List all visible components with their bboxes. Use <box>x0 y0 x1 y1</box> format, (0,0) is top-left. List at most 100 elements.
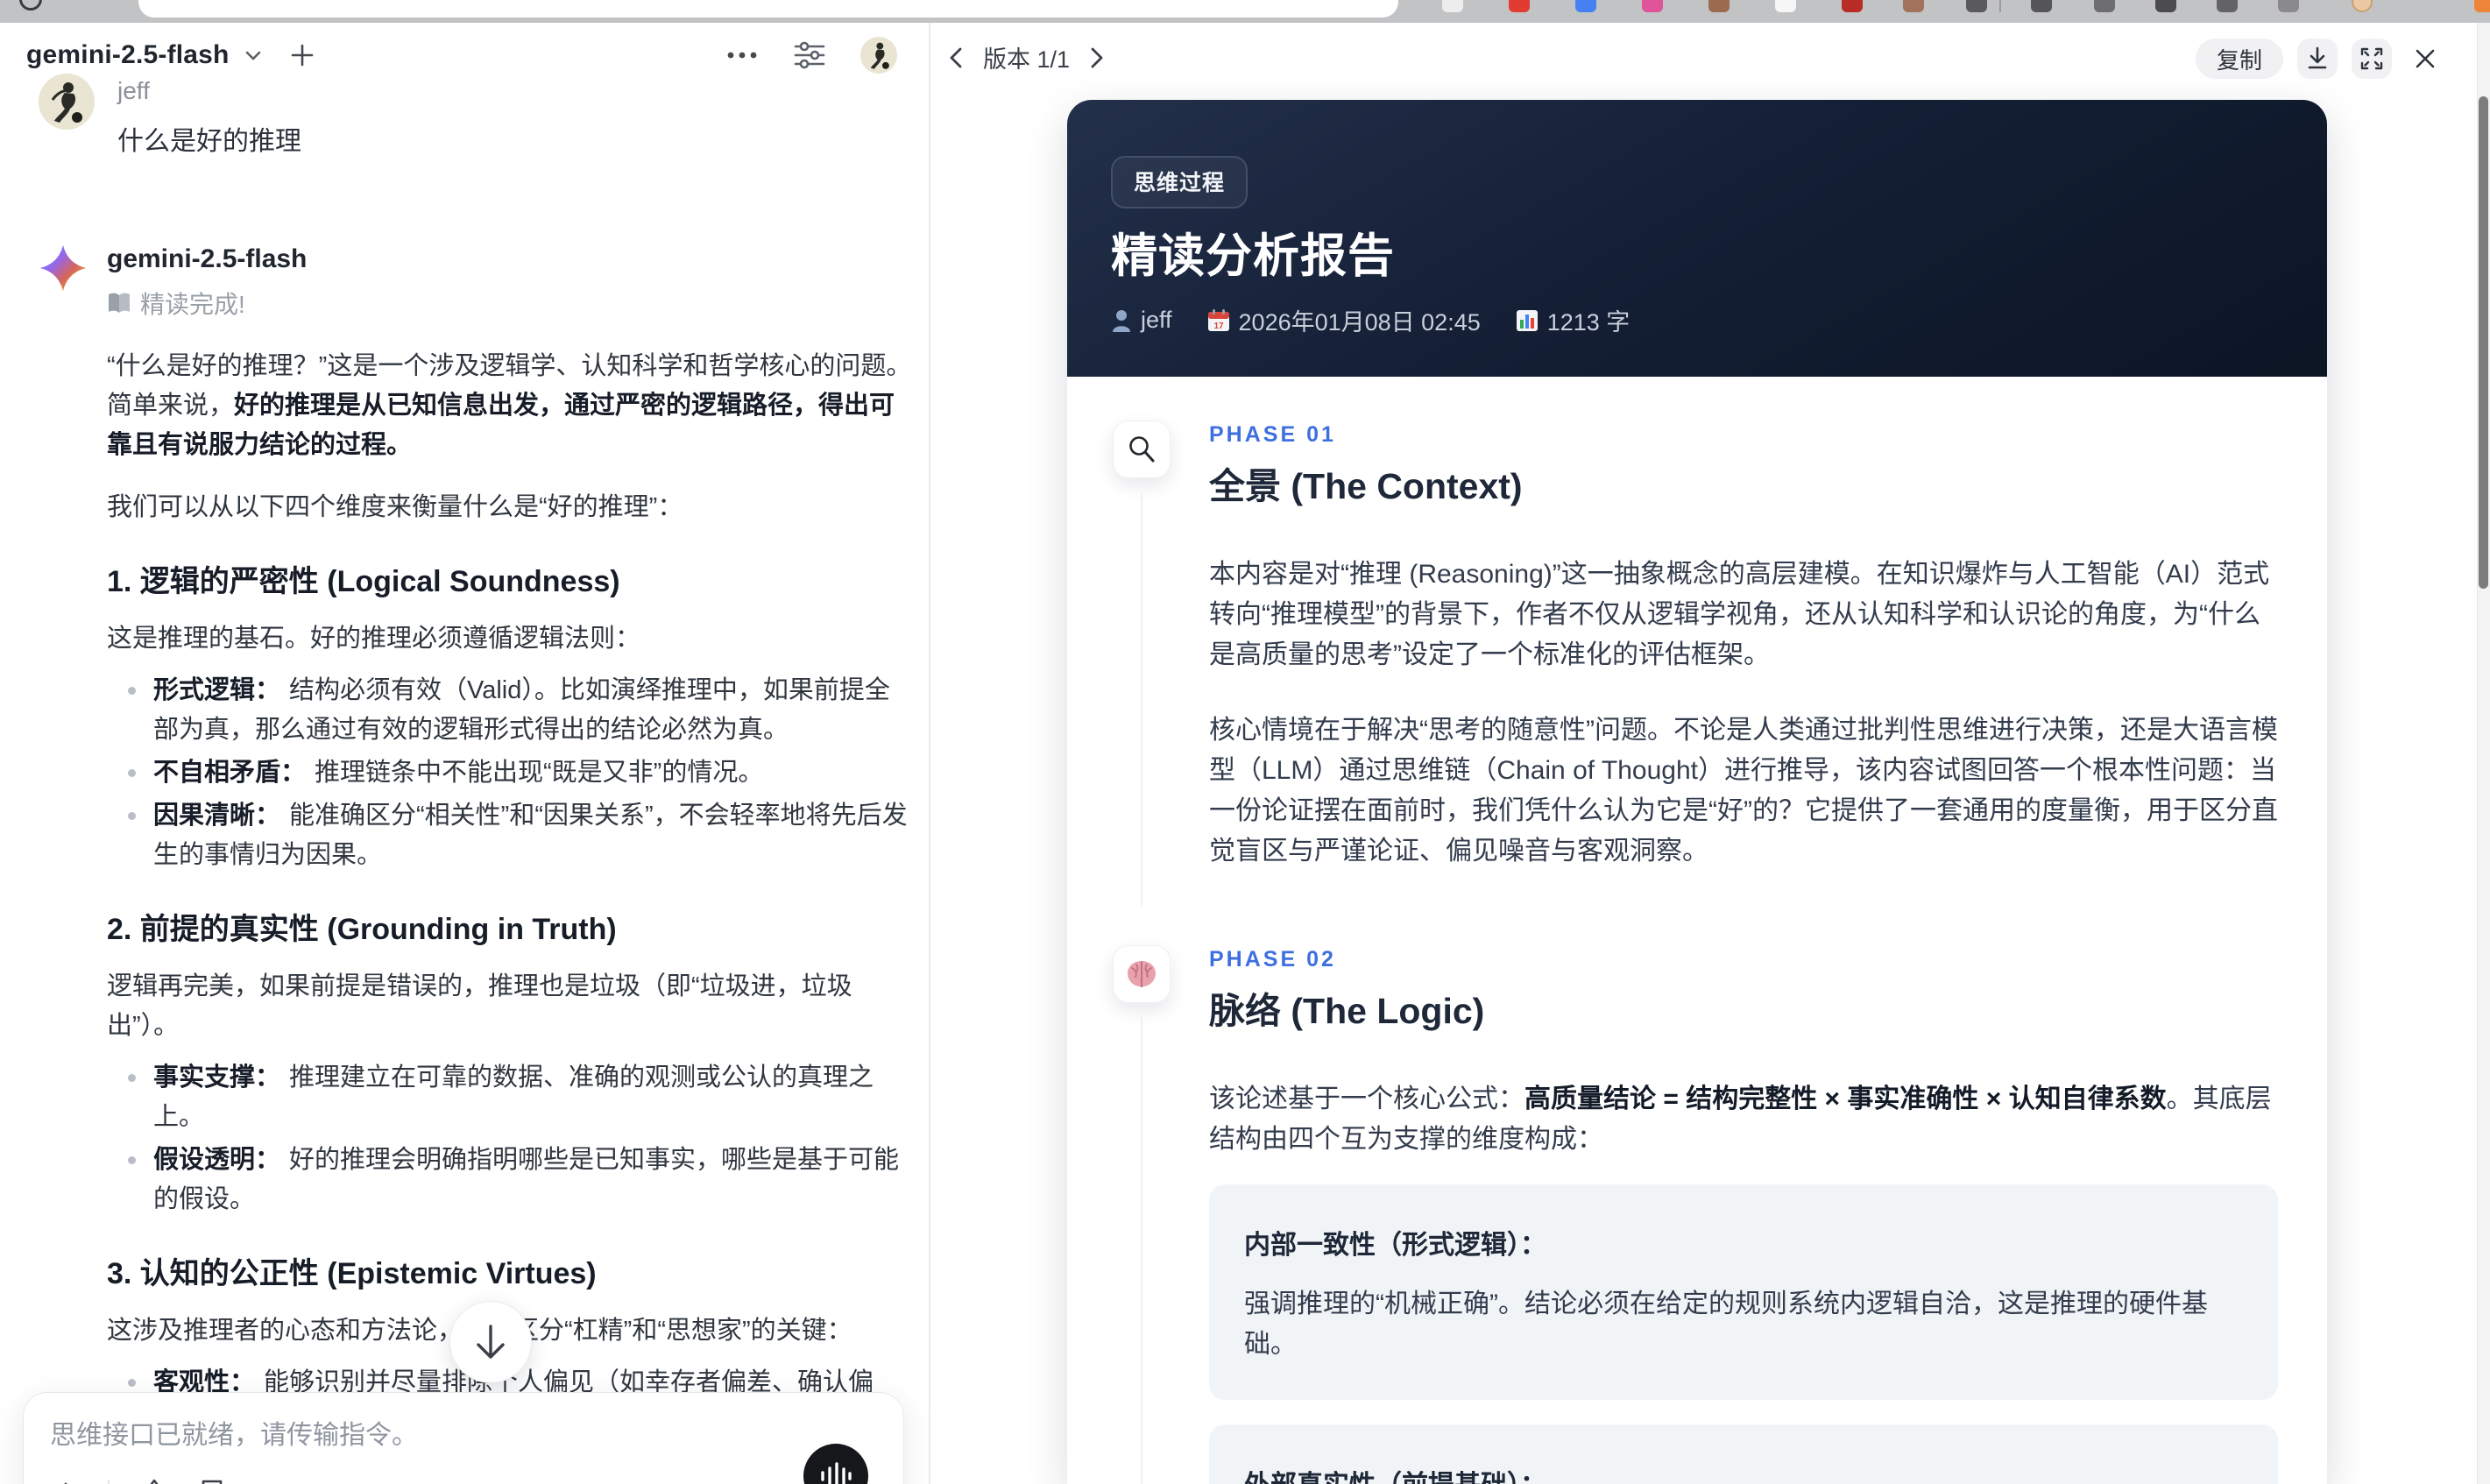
chevron-down-icon[interactable] <box>242 44 265 67</box>
logic-card-2: 外部真实性（前提基础）： 强调推理的“经验校准”。解决“GIGO（垃圾进，垃圾出… <box>1209 1424 2278 1484</box>
report-meta: jeff 17 2026年01月08日 02:45 1213 字 <box>1111 303 1630 337</box>
phase-intro: 该论述基于一个核心公式：高质量结论 = 结构完整性 × 事实准确性 × 认知自律… <box>1209 1085 2272 1154</box>
phase-label: PHASE 02 <box>1209 947 1336 972</box>
report-title: 精读分析报告 <box>1111 230 1395 282</box>
bullet-dot <box>128 769 136 777</box>
bullet-dot <box>128 812 136 820</box>
profile-avatar[interactable] <box>860 37 897 74</box>
phase-section-2: PHASE 02 脉络 (The Logic) 该论述基于一个核心公式：高质量结… <box>1113 945 2278 1484</box>
report-author: jeff <box>1141 307 1172 333</box>
section-heading-3: 3. 认知的公正性 (Epistemic Virtues) <box>107 1257 597 1290</box>
extension-icon[interactable] <box>1575 0 1596 12</box>
section-heading-1: 1. 逻辑的严密性 (Logical Soundness) <box>107 565 620 598</box>
extension-icon[interactable] <box>2217 0 2238 12</box>
bullet-dot <box>128 1074 136 1082</box>
logic-dimension-cards: 内部一致性（形式逻辑）： 强调推理的“机械正确”。结论必须在给定的规则系统内逻辑… <box>1209 1184 2278 1484</box>
list-item: 形式逻辑： 结构必须有效（Valid）。比如演绎推理中，如果前提全部为真，那么通过… <box>128 671 913 750</box>
section-lead-1: 这是推理的基石。好的推理必须遵循逻辑法则： <box>107 625 641 653</box>
report-body: PHASE 01 全景 (The Context) 本内容是对“推理 (Reas… <box>1067 377 2327 1484</box>
assistant-status-text: 精读完成! <box>140 291 245 318</box>
extension-icon[interactable] <box>2474 0 2490 12</box>
extension-icon[interactable] <box>1842 0 1863 12</box>
new-chat-button[interactable] <box>289 42 315 68</box>
list-item: 不自相矛盾： 推理链条中不能出现“既是又非”的情况。 <box>128 753 913 793</box>
phase-connector <box>1141 1017 1142 1484</box>
copy-button[interactable]: 复制 <box>2195 39 2283 79</box>
report-hero: 思维过程 精读分析报告 jeff 17 2026年01月08日 02:45 12… <box>1067 100 2327 377</box>
waveform-icon <box>821 1462 852 1484</box>
toolbar-separator <box>108 1480 110 1484</box>
extension-icon[interactable] <box>1442 0 1463 12</box>
download-icon <box>2308 46 2327 69</box>
browser-avatar[interactable] <box>2352 0 2373 12</box>
settings-sliders-icon[interactable] <box>792 38 827 73</box>
close-panel-button[interactable] <box>2406 39 2444 78</box>
browser-address-bar[interactable] <box>138 0 1398 18</box>
intro-paragraph: “什么是好的推理？”这是一个涉及逻辑学、认知科学和哲学核心的问题。简单来说，好的… <box>107 352 912 459</box>
section-heading-2: 2. 前提的真实性 (Grounding in Truth) <box>107 913 617 946</box>
down-arrow-icon <box>477 1325 505 1359</box>
extension-icon[interactable] <box>2031 0 2052 12</box>
next-version-button[interactable] <box>1087 46 1107 70</box>
artifact-panel: 版本 1/1 复制 思维过程 精读分析报告 jeff 17 2026年01月08… <box>930 23 2490 1484</box>
extension-icon[interactable] <box>1642 0 1663 12</box>
toolbar-separator <box>1999 0 2001 12</box>
extension-icon[interactable] <box>1509 0 1530 12</box>
bullet-dot <box>128 1156 136 1164</box>
report-date: 2026年01月08日 02:45 <box>1238 309 1481 336</box>
assistant-name: gemini-2.5-flash <box>107 244 308 273</box>
expand-icon <box>2360 47 2383 70</box>
extension-icon[interactable] <box>1775 0 1796 12</box>
word-count-icon <box>1516 309 1538 331</box>
assistant-message: gemini-2.5-flash 精读完成! “什么是好的推理？”这是一个涉及逻… <box>39 242 911 1484</box>
extension-icon[interactable] <box>1966 0 1987 12</box>
bookmark-icon[interactable] <box>199 1479 225 1484</box>
section-lead-2: 逻辑再完美，如果前提是错误的，推理也是垃圾（即“垃圾进，垃圾出”）。 <box>107 972 852 1040</box>
gemini-star-icon <box>39 244 88 293</box>
prev-version-button[interactable] <box>946 46 966 70</box>
report-badge: 思维过程 <box>1111 156 1249 208</box>
chat-panel: jeff 什么是好的推理 gemini-2.5-flash 精读完成! “什么是… <box>0 23 929 1484</box>
phase-label: PHASE 01 <box>1209 422 1336 447</box>
model-sparkle-icon[interactable] <box>136 1477 173 1484</box>
browser-chrome-strip <box>0 0 2490 23</box>
brain-icon <box>1113 945 1171 1003</box>
phase-paragraph: 本内容是对“推理 (Reasoning)”这一抽象概念的高层建模。在知识爆炸与人… <box>1209 560 2270 669</box>
calendar-icon: 17 <box>1207 308 1229 331</box>
extension-icon[interactable] <box>1708 0 1730 12</box>
extension-icon[interactable] <box>2094 0 2115 12</box>
scroll-to-bottom-button[interactable] <box>449 1301 532 1383</box>
logic-card-1: 内部一致性（形式逻辑）： 强调推理的“机械正确”。结论必须在给定的规则系统内逻辑… <box>1209 1184 2278 1400</box>
extension-icon[interactable] <box>1903 0 1924 12</box>
more-options-icon[interactable] <box>725 50 759 60</box>
artifact-toolbar: 版本 1/1 复制 <box>930 23 2490 107</box>
list-item: 假设透明： 好的推理会明确指明哪些是已知事实，哪些是基于可能的假设。 <box>128 1141 913 1219</box>
extension-icon[interactable] <box>2155 0 2176 12</box>
list-item: 事实支撑： 推理建立在可靠的数据、准确的观测或公认的真理之上。 <box>128 1058 913 1137</box>
chat-header: gemini-2.5-flash <box>0 23 929 107</box>
panel-scrollbar[interactable] <box>2477 23 2490 1484</box>
bullet-dot <box>128 687 136 695</box>
close-icon <box>2416 49 2435 68</box>
expand-button[interactable] <box>2352 39 2392 79</box>
magnifier-icon <box>1113 420 1171 478</box>
extension-icon[interactable] <box>2278 0 2299 12</box>
tab-grid-icon[interactable] <box>81 0 103 11</box>
bullet-dot <box>128 1379 136 1387</box>
scrollbar-thumb[interactable] <box>2479 96 2488 589</box>
user-message-text: 什么是好的推理 <box>117 127 301 156</box>
book-icon <box>109 293 130 313</box>
report-card: 思维过程 精读分析报告 jeff 17 2026年01月08日 02:45 12… <box>1067 100 2327 1484</box>
attach-plus-icon[interactable] <box>50 1480 81 1484</box>
message-composer <box>23 1392 904 1484</box>
chat-title[interactable]: gemini-2.5-flash <box>26 40 230 70</box>
download-button[interactable] <box>2297 39 2338 79</box>
svg-text:17: 17 <box>1213 322 1224 331</box>
phase-connector <box>1141 492 1142 907</box>
app-window: jeff 什么是好的推理 gemini-2.5-flash 精读完成! “什么是… <box>0 23 2490 1484</box>
browser-profile-icon[interactable] <box>19 0 42 11</box>
list-item: 因果清晰： 能准确区分“相关性”和“因果关系”，不会轻率地将先后发生的事情归为因果… <box>128 796 913 875</box>
chat-scroll-area[interactable]: jeff 什么是好的推理 gemini-2.5-flash 精读完成! “什么是… <box>0 23 929 1484</box>
message-input[interactable] <box>50 1421 856 1451</box>
version-label: 版本 1/1 <box>983 46 1071 73</box>
